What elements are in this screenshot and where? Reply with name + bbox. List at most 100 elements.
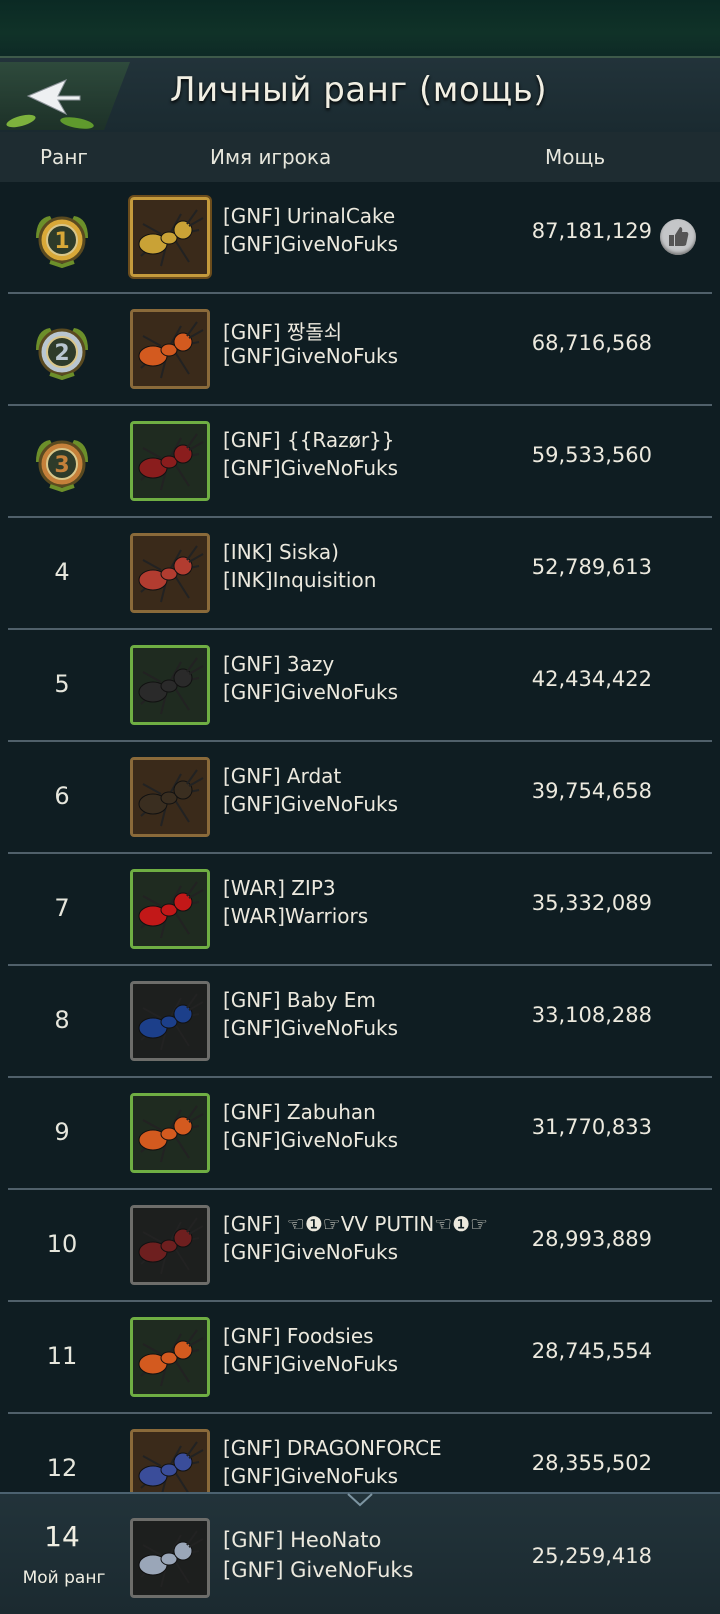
ranking-row[interactable]: 11 [GNF] Foodsies [GNF]GiveNoFuks 28,745,55… [0, 1302, 720, 1414]
ant-icon [133, 1208, 207, 1282]
my-rank-number: 14 [44, 1520, 80, 1553]
power-value: 33,108,288 [531, 1003, 652, 1027]
player-avatar[interactable] [130, 1093, 210, 1173]
rank-number: 9 [54, 1118, 70, 1146]
svg-text:3: 3 [54, 453, 69, 478]
guild-name: [GNF]GiveNoFuks [223, 680, 399, 704]
power-value: 42,434,422 [531, 667, 652, 691]
rank-number: 4 [54, 558, 70, 586]
ant-icon [133, 648, 207, 722]
column-player: Имя игрока [210, 145, 332, 169]
ranking-row[interactable]: 2 [GNF] 짱돌쇠 [GNF]GiveNoFuks 68,716,568 [0, 294, 720, 406]
player-avatar[interactable] [130, 1205, 210, 1285]
chevron-down-icon [347, 1493, 373, 1507]
leaf-decoration [59, 115, 95, 130]
rank-medal-icon: 3 [30, 432, 94, 493]
player-name: [GNF] 짱돌쇠 [223, 320, 343, 344]
ant-icon [133, 760, 207, 834]
my-avatar[interactable] [130, 1518, 210, 1598]
power-value: 39,754,658 [531, 779, 652, 803]
back-button[interactable] [0, 62, 130, 130]
ranking-row[interactable]: 12 [GNF] DRAGONFORCE [GNF]GiveNoFuks 28,355… [0, 1414, 720, 1492]
column-power: Мощь [545, 145, 606, 169]
rank-medal-icon: 2 [30, 320, 94, 381]
ranking-row[interactable]: 4 [INK] Siska) [INK]Inquisition 52,789,613 [0, 518, 720, 630]
player-avatar[interactable] [130, 1429, 210, 1492]
guild-name: [GNF]GiveNoFuks [223, 1352, 399, 1376]
leaf-decoration [5, 112, 37, 130]
ranking-row[interactable]: 5 [GNF] 3azy [GNF]GiveNoFuks 42,434,422 [0, 630, 720, 742]
guild-name: [INK]Inquisition [223, 568, 377, 592]
top-banner [0, 0, 720, 56]
player-avatar[interactable] [130, 197, 210, 277]
rank-number: 5 [54, 670, 70, 698]
power-value: 28,745,554 [531, 1339, 652, 1363]
rank-number: 11 [46, 1342, 78, 1370]
page-title: Личный ранг (мощь) [170, 70, 548, 110]
rank-number: 6 [54, 782, 70, 810]
column-rank: Ранг [40, 145, 88, 169]
ant-icon [133, 200, 207, 274]
power-value: 59,533,560 [531, 443, 652, 467]
ant-icon [133, 536, 207, 610]
guild-name: [GNF]GiveNoFuks [223, 792, 399, 816]
player-name: [GNF] Zabuhan [223, 1100, 376, 1124]
rank-number: 12 [46, 1454, 78, 1482]
player-name: [GNF] UrinalCake [223, 204, 396, 228]
player-name: [GNF] ☜❶☞VV PUTIN☜❶☞ [223, 1212, 488, 1236]
rank-number: 8 [54, 1006, 70, 1034]
power-value: 31,770,833 [531, 1115, 652, 1139]
power-value: 28,355,502 [531, 1451, 652, 1475]
ant-icon [133, 1432, 207, 1492]
rank-number: 10 [46, 1230, 78, 1258]
guild-name: [GNF]GiveNoFuks [223, 1464, 399, 1488]
ranking-row[interactable]: 1 [GNF] UrinalCake [GNF]GiveNoFuks 87,181,1… [0, 182, 720, 294]
player-name: [WAR] ZIP3 [223, 876, 336, 900]
player-avatar[interactable] [130, 869, 210, 949]
my-rank-bar: 14 Мой ранг [GNF] HeoNato [GNF] GiveNoFu… [0, 1492, 720, 1614]
guild-name: [GNF]GiveNoFuks [223, 456, 399, 480]
rank-number: 7 [54, 894, 70, 922]
ranking-row[interactable]: 10 [GNF] ☜❶☞VV PUTIN☜❶☞ [GNF]GiveNoFuks 28,… [0, 1190, 720, 1302]
player-avatar[interactable] [130, 421, 210, 501]
my-rank-label: Мой ранг [22, 1568, 106, 1588]
rank-medal-icon: 1 [30, 208, 94, 269]
power-value: 35,332,089 [531, 891, 652, 915]
player-name: [GNF] {{Razør}} [223, 428, 395, 452]
ant-icon [133, 1521, 207, 1595]
ant-icon [133, 424, 207, 498]
player-avatar[interactable] [130, 645, 210, 725]
power-value: 52,789,613 [531, 555, 652, 579]
player-name: [GNF] Foodsies [223, 1324, 374, 1348]
player-avatar[interactable] [130, 1317, 210, 1397]
ranking-row[interactable]: 3 [GNF] {{Razør}} [GNF]GiveNoFuks 59,533,56… [0, 406, 720, 518]
ranking-row[interactable]: 6 [GNF] Ardat [GNF]GiveNoFuks 39,754,658 [0, 742, 720, 854]
my-power: 25,259,418 [531, 1544, 652, 1568]
ranking-row[interactable]: 9 [GNF] Zabuhan [GNF]GiveNoFuks 31,770,833 [0, 1078, 720, 1190]
guild-name: [GNF]GiveNoFuks [223, 1240, 399, 1264]
player-avatar[interactable] [130, 981, 210, 1061]
ant-icon [133, 312, 207, 386]
power-value: 28,993,889 [531, 1227, 652, 1251]
guild-name: [GNF]GiveNoFuks [223, 1016, 399, 1040]
player-name: [INK] Siska) [223, 540, 339, 564]
my-guild-name: [GNF] GiveNoFuks [223, 1558, 414, 1582]
player-name: [GNF] 3azy [223, 652, 335, 676]
guild-name: [GNF]GiveNoFuks [223, 344, 399, 368]
ranking-list[interactable]: 1 [GNF] UrinalCake [GNF]GiveNoFuks 87,181,1… [0, 182, 720, 1492]
ranking-row[interactable]: 7 [WAR] ZIP3 [WAR]Warriors 35,332,089 [0, 854, 720, 966]
player-avatar[interactable] [130, 757, 210, 837]
ranking-row[interactable]: 8 [GNF] Baby Em [GNF]GiveNoFuks 33,108,288 [0, 966, 720, 1078]
power-value: 68,716,568 [531, 331, 652, 355]
header-bar: Личный ранг (мощь) [0, 56, 720, 136]
power-value: 87,181,129 [531, 219, 652, 243]
ant-icon [133, 1096, 207, 1170]
thumbs-up-icon[interactable] [660, 219, 696, 255]
player-name: [GNF] Baby Em [223, 988, 376, 1012]
player-avatar[interactable] [130, 309, 210, 389]
svg-text:1: 1 [54, 229, 69, 254]
player-avatar[interactable] [130, 533, 210, 613]
guild-name: [GNF]GiveNoFuks [223, 232, 399, 256]
back-arrow-icon [26, 79, 81, 116]
guild-name: [GNF]GiveNoFuks [223, 1128, 399, 1152]
